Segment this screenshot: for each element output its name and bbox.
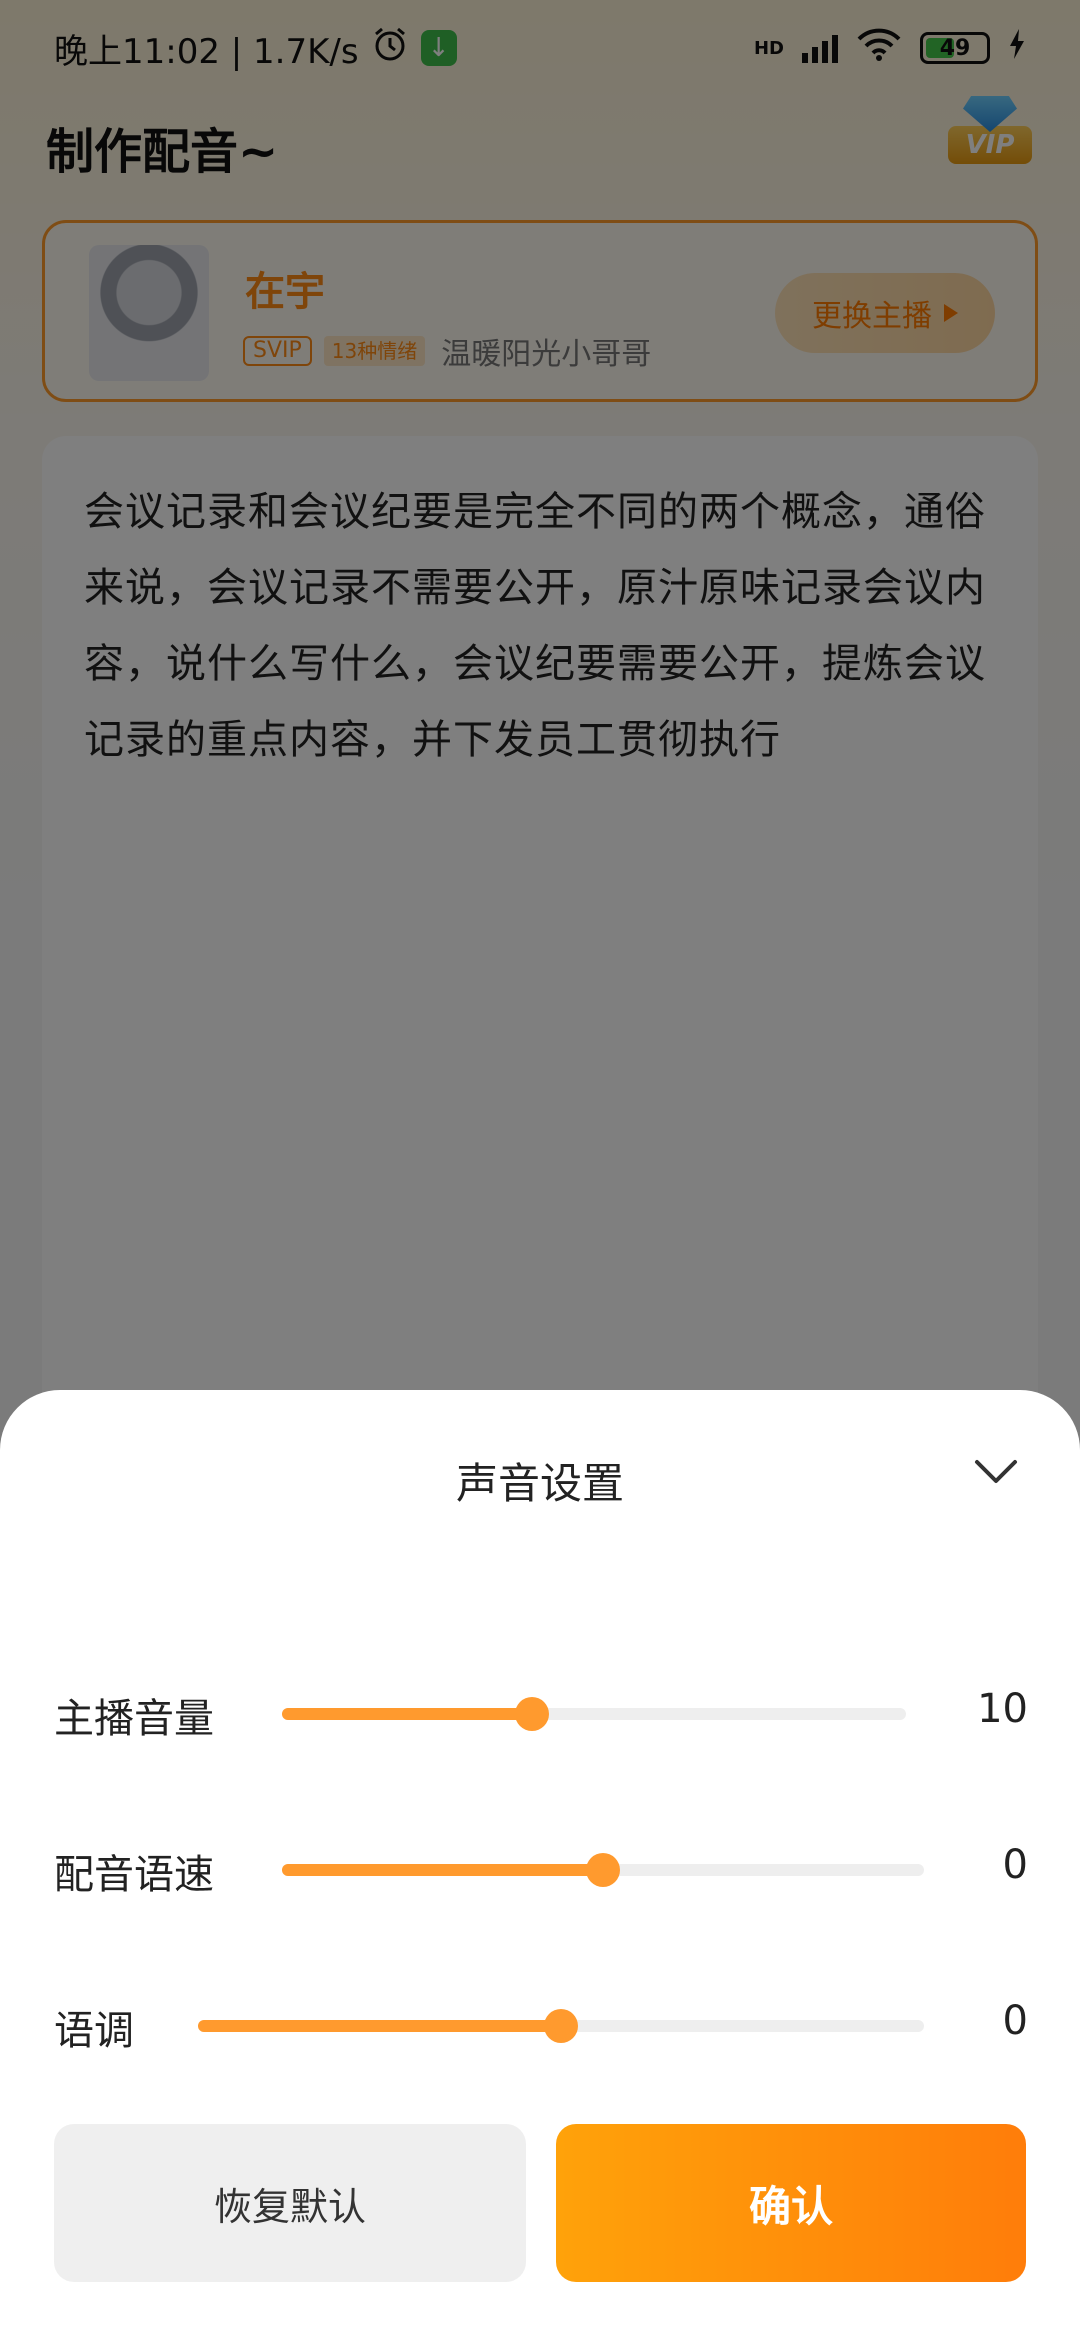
slider-label: 配音语速 xyxy=(54,1852,214,1898)
slider-knob[interactable] xyxy=(514,1697,549,1731)
volume-slider[interactable] xyxy=(282,1697,906,1731)
sheet-title: 声音设置 xyxy=(455,1459,624,1508)
slider-fill xyxy=(282,1708,532,1720)
confirm-button[interactable]: 确认 xyxy=(556,2124,1026,2282)
pitch-slider[interactable] xyxy=(198,2009,924,2043)
chevron-down-icon xyxy=(975,1460,1017,1483)
slider-fill xyxy=(198,2020,561,2032)
slider-value: 0 xyxy=(1002,1998,1028,2044)
slider-value: 10 xyxy=(977,1686,1028,1732)
collapse-sheet-button[interactable] xyxy=(966,1442,1026,1502)
slider-label: 语调 xyxy=(54,2008,134,2054)
slider-knob[interactable] xyxy=(586,1853,620,1887)
slider-row-pitch: 语调 0 xyxy=(0,1984,1080,2064)
slider-row-speed: 配音语速 0 xyxy=(0,1828,1080,1908)
slider-value: 0 xyxy=(1002,1842,1028,1888)
slider-label: 主播音量 xyxy=(54,1696,214,1742)
speed-slider[interactable] xyxy=(282,1853,924,1887)
slider-fill xyxy=(282,1864,603,1876)
slider-row-volume: 主播音量 10 xyxy=(0,1672,1080,1752)
slider-knob[interactable] xyxy=(544,2009,578,2043)
reset-default-button[interactable]: 恢复默认 xyxy=(54,2124,526,2282)
